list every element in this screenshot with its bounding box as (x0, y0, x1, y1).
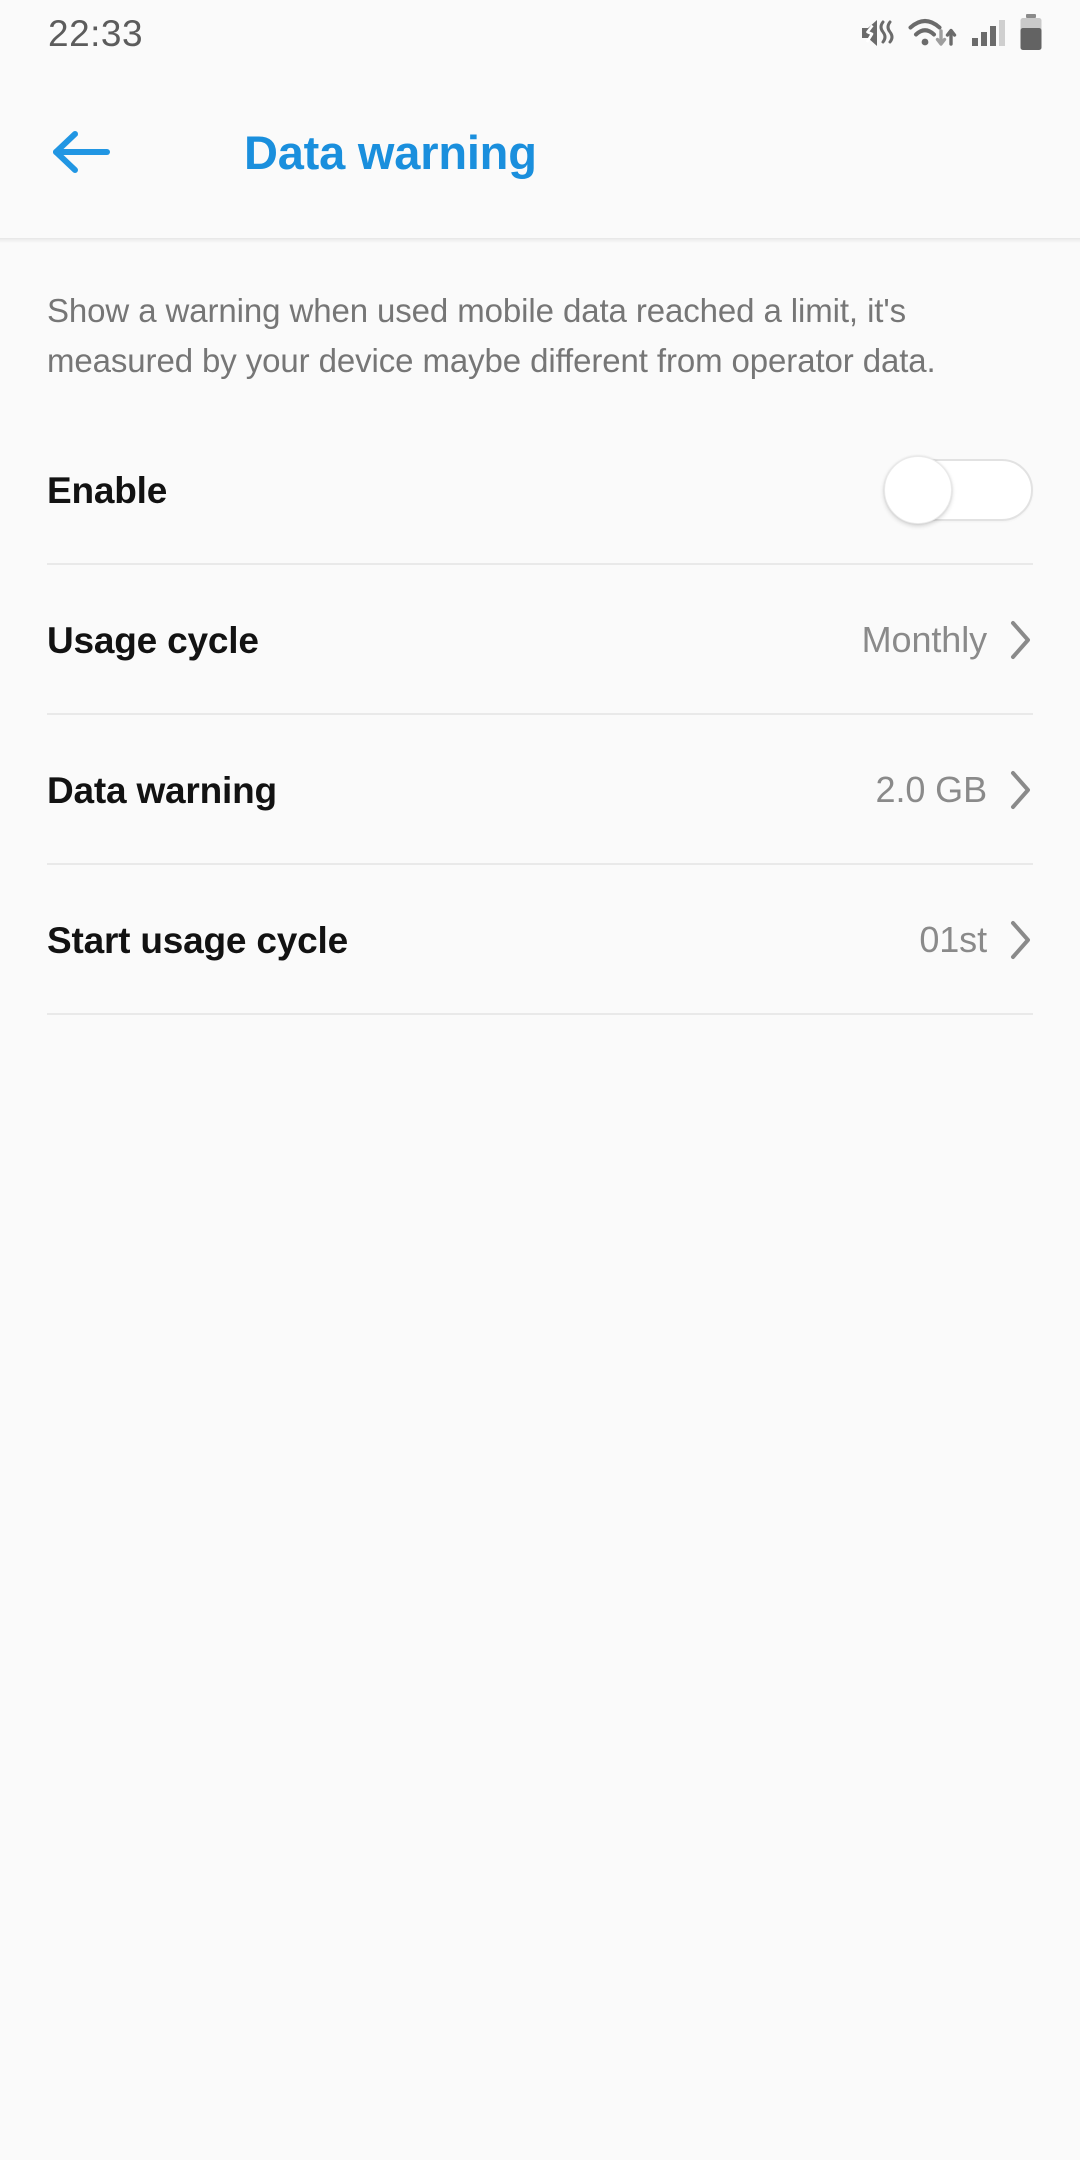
back-button[interactable] (14, 86, 146, 218)
row-control (884, 456, 1033, 524)
settings-row-start-usage-cycle[interactable]: Start usage cycle 01st (0, 865, 1080, 1015)
volume-mute-vibrate-icon (859, 15, 897, 51)
row-value: Monthly (861, 619, 987, 660)
chevron-right-icon (1009, 769, 1033, 811)
chevron-right-icon (1009, 619, 1033, 661)
app-bar: Data warning (0, 66, 1080, 238)
battery-icon (1018, 14, 1044, 52)
settings-list: Enable Usage cycle Monthly Data warning … (0, 415, 1080, 1015)
row-value: 2.0 GB (875, 769, 988, 810)
row-control: 2.0 GB (876, 769, 1033, 811)
row-divider (47, 1013, 1033, 1015)
row-label: Enable (47, 469, 168, 511)
chevron-right-icon (1009, 919, 1033, 961)
settings-content: Show a warning when used mobile data rea… (0, 243, 1080, 2160)
cellular-signal-icon (971, 15, 1007, 51)
status-bar-clock: 22:33 (48, 12, 144, 54)
toggle-thumb (884, 456, 952, 524)
wifi-data-transfer-icon (908, 15, 960, 51)
status-bar-icons (859, 14, 1044, 52)
back-arrow-icon (53, 131, 110, 173)
row-label: Data warning (47, 769, 277, 811)
settings-row-data-warning[interactable]: Data warning 2.0 GB (0, 715, 1080, 865)
status-bar: 22:33 (0, 0, 1080, 66)
row-control: Monthly (862, 619, 1033, 661)
row-label: Start usage cycle (47, 919, 348, 961)
enable-toggle[interactable] (884, 456, 1033, 524)
row-label: Usage cycle (47, 619, 259, 661)
row-value: 01st (919, 919, 987, 960)
settings-row-enable[interactable]: Enable (0, 415, 1080, 565)
page-title: Data warning (244, 125, 537, 179)
settings-row-usage-cycle[interactable]: Usage cycle Monthly (0, 565, 1080, 715)
row-control: 01st (919, 919, 1033, 961)
section-description: Show a warning when used mobile data rea… (47, 292, 936, 379)
